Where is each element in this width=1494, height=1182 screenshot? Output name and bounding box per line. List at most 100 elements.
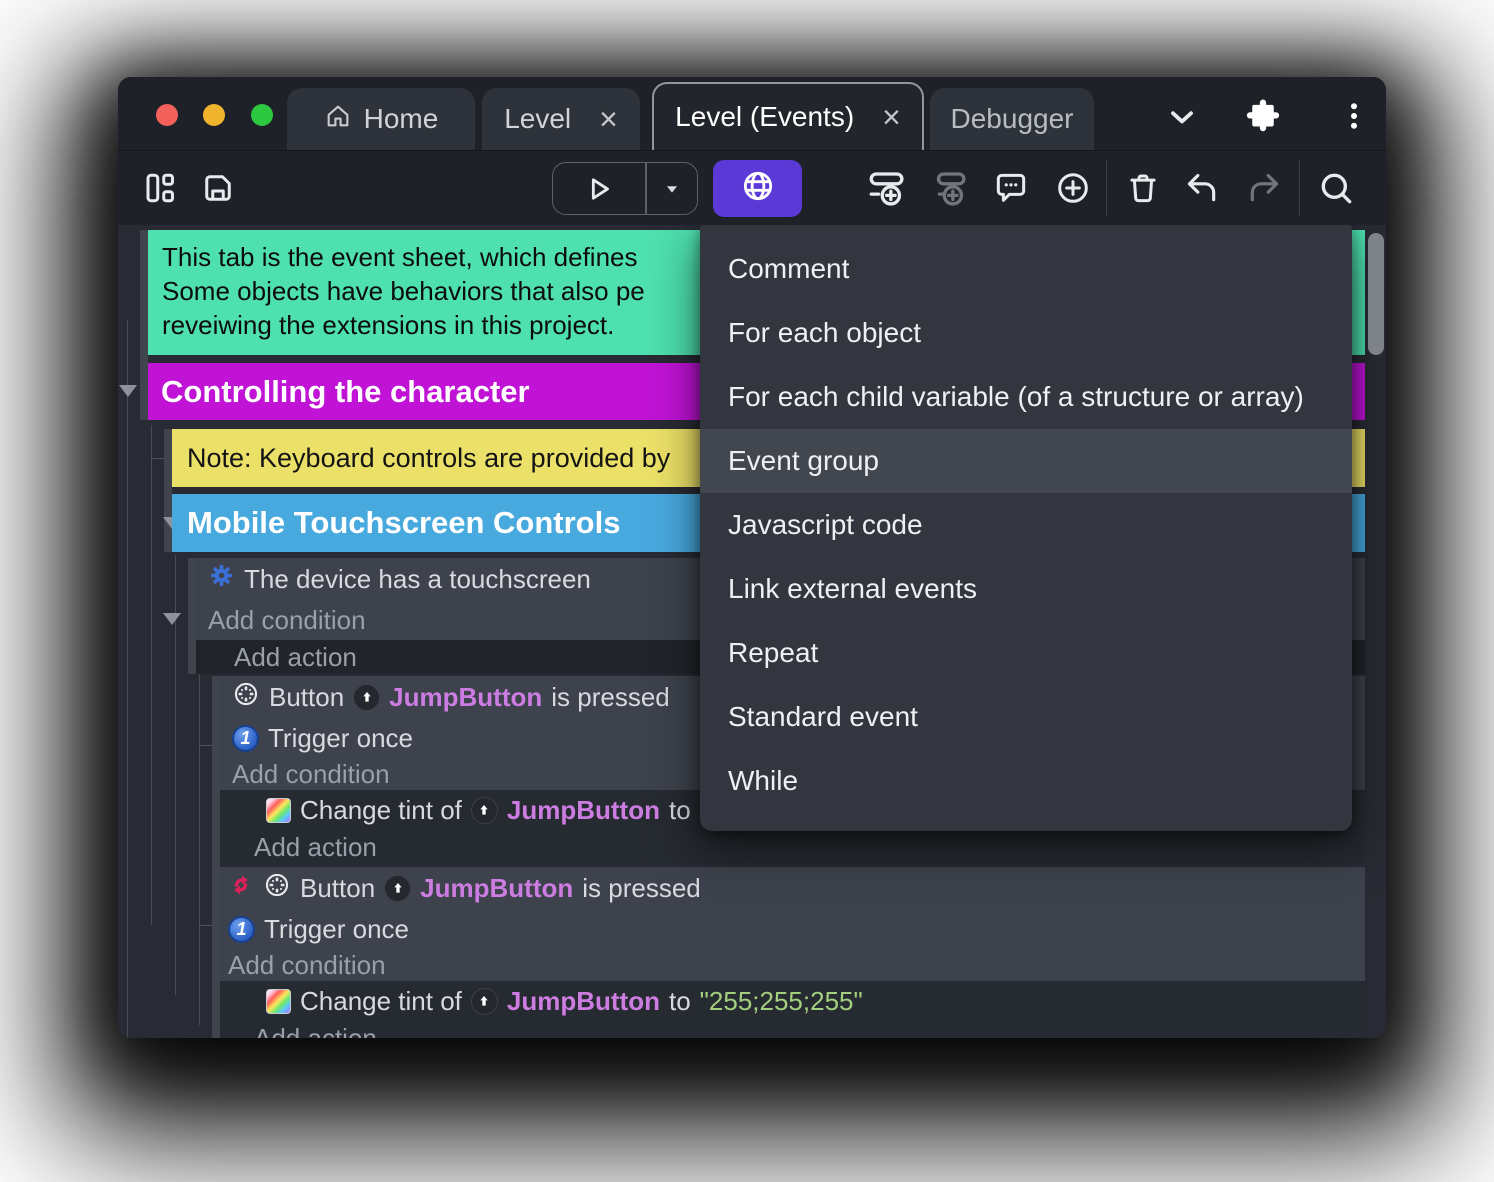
close-tab-icon[interactable]: ×: [599, 103, 618, 135]
menu-item-for-each-child-variable[interactable]: For each child variable (of a structure …: [700, 365, 1352, 429]
preview-split-button: [552, 162, 698, 215]
traffic-lights: [156, 104, 294, 131]
action-suffix: to: [668, 794, 691, 825]
menu-item-javascript-code[interactable]: Javascript code: [700, 493, 1352, 557]
add-comment-icon[interactable]: [992, 169, 1030, 207]
object-name: JumpButton: [506, 985, 660, 1016]
gear-icon: [208, 562, 235, 596]
event-rail: [188, 558, 196, 674]
add-subevent-icon[interactable]: [928, 167, 970, 209]
tab-home[interactable]: Home: [287, 88, 475, 150]
event-rail: [164, 429, 172, 552]
collapse-event-icon[interactable]: [163, 613, 181, 625]
condition-text: Trigger once: [264, 913, 409, 944]
play-options-dropdown[interactable]: [647, 163, 698, 214]
menu-item-repeat[interactable]: Repeat: [700, 621, 1352, 685]
tab-label: Level: [504, 103, 572, 134]
gamepad-button-icon: [232, 680, 260, 715]
action-text: Change tint of: [300, 794, 462, 825]
menu-item-event-group[interactable]: Event group: [700, 429, 1352, 493]
indent-guide: [127, 320, 128, 1038]
tab-label: Debugger: [950, 103, 1074, 134]
add-action-link[interactable]: Add action: [254, 1023, 377, 1039]
add-condition-link[interactable]: Add condition: [208, 605, 366, 636]
event-rail: [212, 676, 220, 1038]
inverted-condition-icon: [228, 872, 254, 905]
trigger-once-icon: 1: [228, 915, 255, 943]
extensions-puzzle-icon[interactable]: [1244, 97, 1282, 140]
add-action-link[interactable]: Add action: [234, 642, 357, 673]
condition-suffix: is pressed: [582, 872, 701, 903]
group-title: Controlling the character: [161, 373, 530, 409]
object-icon: [470, 796, 498, 824]
tint-icon: [266, 988, 291, 1014]
network-preview-button[interactable]: [713, 160, 802, 217]
condition-row[interactable]: Button JumpButton is pressed: [220, 867, 1365, 909]
action-suffix: to: [668, 985, 691, 1016]
indent-guide: [151, 425, 152, 925]
add-event-icon[interactable]: [866, 167, 908, 209]
menu-item-while[interactable]: While: [700, 749, 1352, 813]
action-row[interactable]: Change tint of JumpButton to "255;255;25…: [220, 981, 1365, 1021]
condition-suffix: is pressed: [551, 681, 670, 712]
condition-text: Button: [269, 681, 345, 712]
action-text: Change tint of: [300, 985, 462, 1016]
note-text: Note: Keyboard controls are provided by: [187, 442, 671, 473]
add-event-context-menu: Comment For each object For each child v…: [700, 225, 1352, 831]
add-condition-row[interactable]: Add condition: [220, 949, 1365, 981]
indent-guide: [199, 645, 200, 1025]
collapse-group-icon[interactable]: [119, 385, 137, 397]
menu-item-comment[interactable]: Comment: [700, 237, 1352, 301]
condition-text: Button: [300, 872, 376, 903]
event-rail: [140, 230, 148, 420]
tab-debugger[interactable]: Debugger: [930, 88, 1094, 150]
save-icon[interactable]: [200, 170, 236, 206]
tabs-overflow-chevron-icon[interactable]: [1164, 99, 1200, 140]
app-window: Home Level × Level (Events) × Debugger T…: [118, 77, 1386, 1038]
add-action-row[interactable]: Add action: [220, 830, 1365, 864]
screen: Home Level × Level (Events) × Debugger T…: [0, 0, 1494, 1182]
condition-text: Trigger once: [268, 722, 413, 753]
object-name: JumpButton: [420, 872, 574, 903]
kebab-menu-icon[interactable]: [1336, 97, 1372, 140]
condition-text: The device has a touchscreen: [244, 563, 591, 594]
add-condition-link[interactable]: Add condition: [232, 759, 390, 790]
globe-icon: [739, 167, 777, 210]
action-value: "255;255;255": [699, 985, 863, 1016]
object-name: JumpButton: [389, 681, 543, 712]
minimize-window-button[interactable]: [203, 104, 226, 126]
event-actions[interactable]: Change tint of JumpButton to "255;255;25…: [220, 981, 1365, 1038]
add-action-row[interactable]: Add action: [220, 1021, 1365, 1039]
object-name: JumpButton: [506, 794, 660, 825]
tab-level[interactable]: Level ×: [482, 88, 640, 150]
trash-icon[interactable]: [1124, 169, 1162, 207]
object-icon: [470, 987, 498, 1015]
add-action-link[interactable]: Add action: [254, 832, 377, 863]
toolbar-divider: [1106, 160, 1107, 216]
close-window-button[interactable]: [156, 104, 178, 126]
event-sheet: This tab is the event sheet, which defin…: [118, 225, 1386, 1038]
zoom-window-button[interactable]: [250, 104, 273, 126]
add-condition-link[interactable]: Add condition: [228, 950, 386, 981]
tab-bar: Home Level × Level (Events) × Debugger: [118, 77, 1386, 150]
project-manager-icon[interactable]: [142, 170, 178, 206]
toolbar: [118, 150, 1386, 225]
menu-item-standard-event[interactable]: Standard event: [700, 685, 1352, 749]
undo-icon[interactable]: [1182, 168, 1222, 208]
search-icon[interactable]: [1316, 168, 1356, 208]
object-icon: [384, 874, 412, 902]
gamepad-button-icon: [263, 871, 291, 906]
menu-item-link-external-events[interactable]: Link external events: [700, 557, 1352, 621]
condition-row[interactable]: 1 Trigger once: [220, 909, 1365, 949]
redo-icon[interactable]: [1244, 168, 1284, 208]
event-conditions[interactable]: Button JumpButton is pressed 1 Trigger o…: [220, 867, 1365, 981]
close-tab-icon[interactable]: ×: [882, 101, 901, 133]
menu-item-for-each-object[interactable]: For each object: [700, 301, 1352, 365]
object-icon: [353, 683, 381, 711]
vertical-scrollbar-thumb[interactable]: [1368, 233, 1384, 355]
toolbar-divider: [1299, 160, 1300, 216]
tab-label: Home: [363, 103, 439, 134]
tab-level-events[interactable]: Level (Events) ×: [652, 82, 924, 150]
add-circle-icon[interactable]: [1054, 169, 1092, 207]
play-button[interactable]: [553, 163, 645, 214]
